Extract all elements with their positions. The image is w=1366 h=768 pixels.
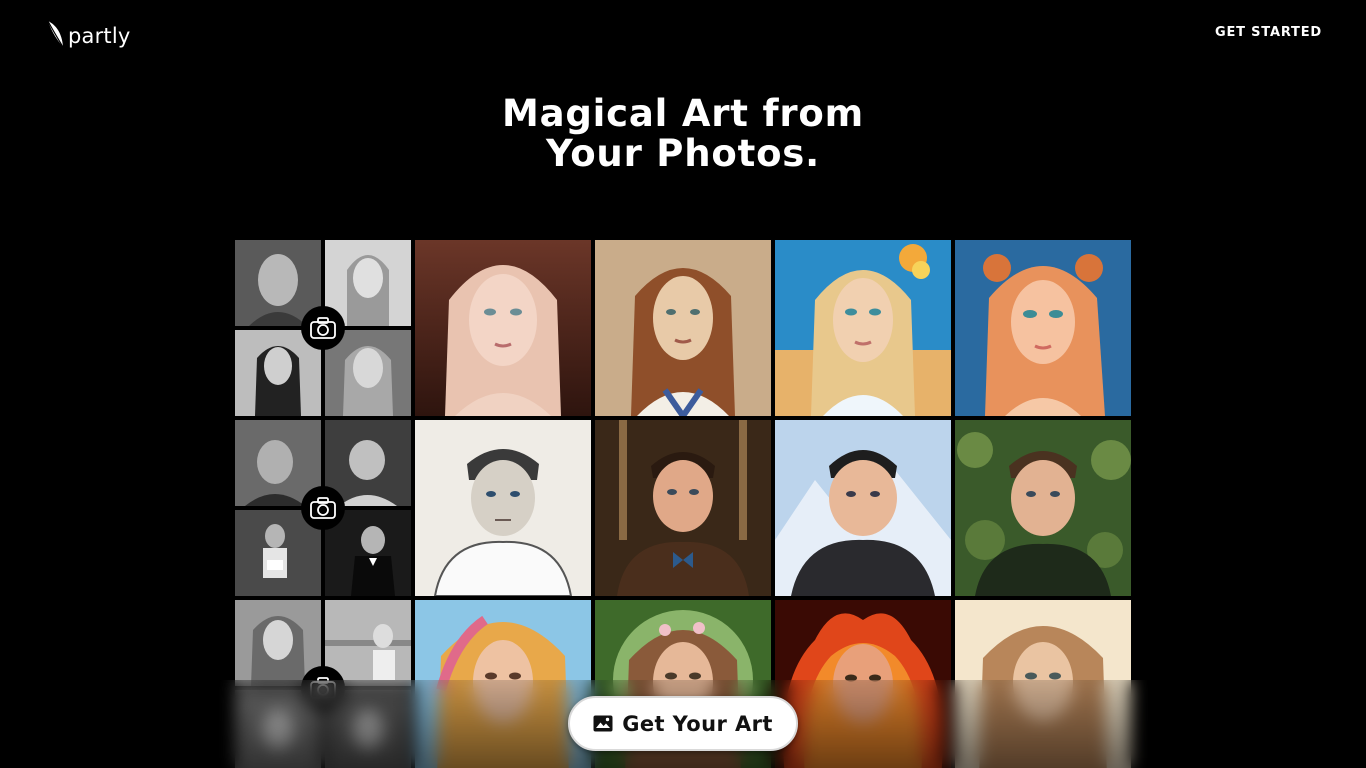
get-started-link[interactable]: GET STARTED	[1215, 25, 1322, 40]
camera-icon	[301, 306, 345, 350]
source-photos-man-short-hair	[235, 420, 411, 596]
hero-title: Magical Art from Your Photos.	[0, 94, 1366, 174]
image-icon	[593, 715, 613, 732]
camera-icon	[301, 486, 345, 530]
art-portrait-sepia	[595, 240, 771, 416]
art-portrait-ink-sketch	[415, 420, 591, 596]
art-portrait-leafy	[955, 420, 1131, 596]
art-portrait-winter-fur	[775, 420, 951, 596]
hero-title-line-1: Magical Art from	[502, 92, 864, 135]
top-nav: partly GET STARTED	[0, 0, 1366, 68]
get-your-art-button[interactable]: Get Your Art	[568, 696, 798, 751]
art-portrait-steampunk	[595, 420, 771, 596]
feather-leaf-icon	[47, 20, 64, 48]
brand-logo[interactable]: partly	[46, 19, 131, 49]
brand-name: partly	[68, 24, 131, 48]
art-portrait-anime-orange	[955, 240, 1131, 416]
art-portrait-painted-pink	[415, 240, 591, 416]
get-your-art-label: Get Your Art	[622, 711, 773, 736]
hero-title-line-2: Your Photos.	[546, 132, 820, 175]
hero: Magical Art from Your Photos.	[0, 94, 1366, 174]
art-portrait-desert	[775, 240, 951, 416]
source-photos-woman-blonde	[235, 240, 411, 416]
